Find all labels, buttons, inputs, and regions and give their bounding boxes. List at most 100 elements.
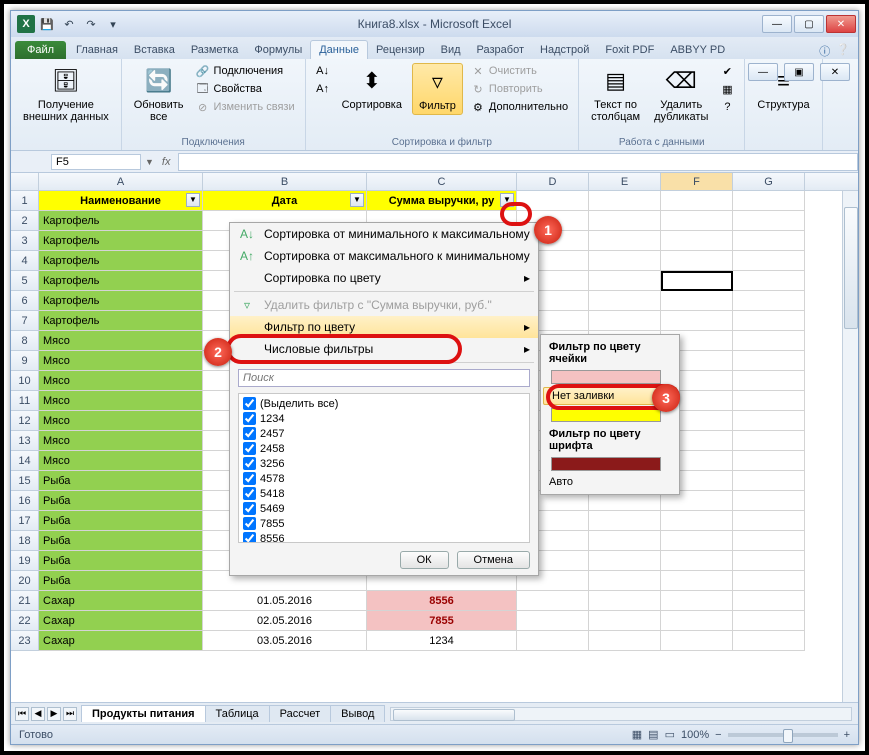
- cell[interactable]: Рыба: [39, 491, 203, 511]
- cell[interactable]: 7855: [367, 611, 517, 631]
- cell[interactable]: [589, 551, 661, 571]
- color-swatch-darkred[interactable]: [551, 457, 661, 471]
- remove-duplicates-button[interactable]: ⌫Удалить дубликаты: [650, 63, 712, 125]
- column-header-name[interactable]: Наименование▼: [39, 191, 203, 211]
- properties-button[interactable]: 🗔Свойства: [194, 81, 297, 97]
- cell[interactable]: [589, 211, 661, 231]
- col-header-b[interactable]: B: [203, 173, 367, 190]
- cell[interactable]: [589, 271, 661, 291]
- cell[interactable]: Рыба: [39, 511, 203, 531]
- cell[interactable]: [589, 611, 661, 631]
- cell[interactable]: Мясо: [39, 451, 203, 471]
- row-header[interactable]: 1: [11, 191, 39, 211]
- cell[interactable]: [661, 311, 733, 331]
- row-header[interactable]: 3: [11, 231, 39, 251]
- filter-dropdown-icon[interactable]: ▼: [350, 193, 364, 207]
- checklist-item[interactable]: 7855: [241, 516, 527, 531]
- checkbox[interactable]: [243, 487, 256, 500]
- column-header-date[interactable]: Дата▼: [203, 191, 367, 211]
- refresh-all-button[interactable]: 🔄 Обновить все: [130, 63, 188, 125]
- sheet-nav-next-icon[interactable]: ▶: [47, 707, 61, 721]
- checklist-item[interactable]: 8556: [241, 531, 527, 543]
- cell[interactable]: Мясо: [39, 331, 203, 351]
- cancel-button[interactable]: Отмена: [457, 551, 530, 569]
- sheet-nav-prev-icon[interactable]: ◀: [31, 707, 45, 721]
- checkbox[interactable]: [243, 472, 256, 485]
- cell[interactable]: [733, 611, 805, 631]
- sheet-nav-first-icon[interactable]: ⏮: [15, 707, 29, 721]
- cell[interactable]: [733, 471, 805, 491]
- sheet-tab-4[interactable]: Вывод: [330, 705, 385, 722]
- help-icon[interactable]: ❔: [836, 43, 850, 59]
- row-header[interactable]: 15: [11, 471, 39, 491]
- formula-input[interactable]: [178, 153, 858, 171]
- submenu-auto[interactable]: Авто: [541, 474, 679, 490]
- cell[interactable]: [589, 591, 661, 611]
- cell[interactable]: Мясо: [39, 411, 203, 431]
- checkbox[interactable]: [243, 532, 256, 543]
- col-header-d[interactable]: D: [517, 173, 589, 190]
- row-header[interactable]: 2: [11, 211, 39, 231]
- connections-button[interactable]: 🔗Подключения: [194, 63, 297, 79]
- checklist-item[interactable]: 5418: [241, 486, 527, 501]
- checkbox[interactable]: [243, 457, 256, 470]
- clear-filter-button[interactable]: ✕Очистить: [469, 63, 570, 79]
- cell[interactable]: [733, 351, 805, 371]
- cell[interactable]: [661, 551, 733, 571]
- cell[interactable]: [733, 371, 805, 391]
- select-all-corner[interactable]: [11, 173, 39, 190]
- cell[interactable]: Мясо: [39, 371, 203, 391]
- cell[interactable]: [733, 631, 805, 651]
- tab-file[interactable]: Файл: [15, 41, 66, 59]
- row-header[interactable]: 22: [11, 611, 39, 631]
- row-header[interactable]: 21: [11, 591, 39, 611]
- checklist-item[interactable]: 1234: [241, 411, 527, 426]
- cell[interactable]: Мясо: [39, 351, 203, 371]
- filter-checklist[interactable]: (Выделить все)12342457245832564578541854…: [238, 393, 530, 543]
- menu-filter-by-color[interactable]: Фильтр по цвету▸: [230, 316, 538, 338]
- cell[interactable]: [589, 231, 661, 251]
- row-header[interactable]: 17: [11, 511, 39, 531]
- text-to-columns-button[interactable]: ▤Текст по столбцам: [587, 63, 644, 125]
- workbook-restore[interactable]: ▣: [784, 63, 814, 81]
- cell[interactable]: Мясо: [39, 391, 203, 411]
- row-header[interactable]: 18: [11, 531, 39, 551]
- get-external-data-button[interactable]: 🗄 Получение внешних данных: [19, 63, 113, 125]
- checkbox[interactable]: [243, 427, 256, 440]
- cell[interactable]: Рыба: [39, 571, 203, 591]
- tab-abbyy[interactable]: ABBYY PD: [662, 41, 733, 59]
- cell[interactable]: Картофель: [39, 291, 203, 311]
- view-normal-icon[interactable]: ▦: [632, 728, 642, 741]
- tab-addins[interactable]: Надстрой: [532, 41, 597, 59]
- cell[interactable]: 8556: [367, 591, 517, 611]
- tab-review[interactable]: Рецензир: [368, 41, 433, 59]
- row-header[interactable]: 6: [11, 291, 39, 311]
- sort-asc-button[interactable]: A↓: [314, 63, 332, 79]
- menu-sort-color[interactable]: Сортировка по цвету▸: [230, 267, 538, 289]
- cell[interactable]: [589, 571, 661, 591]
- sheet-tab-3[interactable]: Рассчет: [269, 705, 332, 722]
- checkbox[interactable]: [243, 412, 256, 425]
- cell[interactable]: [589, 511, 661, 531]
- cell[interactable]: [733, 231, 805, 251]
- vertical-scrollbar[interactable]: [842, 191, 858, 702]
- zoom-slider[interactable]: [728, 733, 838, 737]
- cell[interactable]: Сахар: [39, 611, 203, 631]
- col-header-e[interactable]: E: [589, 173, 661, 190]
- table-row[interactable]: 21Сахар01.05.20168556: [11, 591, 858, 611]
- minimize-button[interactable]: —: [762, 15, 792, 33]
- sheet-tab-2[interactable]: Таблица: [205, 705, 270, 722]
- tab-layout[interactable]: Разметка: [183, 41, 247, 59]
- cell[interactable]: [589, 291, 661, 311]
- cell[interactable]: [733, 431, 805, 451]
- consolidate-button[interactable]: ▦: [718, 81, 736, 97]
- row-header[interactable]: 7: [11, 311, 39, 331]
- tab-dev[interactable]: Разработ: [469, 41, 532, 59]
- tab-insert[interactable]: Вставка: [126, 41, 183, 59]
- row-header[interactable]: 23: [11, 631, 39, 651]
- zoom-level[interactable]: 100%: [681, 729, 709, 741]
- cell[interactable]: Сахар: [39, 631, 203, 651]
- row-header[interactable]: 9: [11, 351, 39, 371]
- cell[interactable]: [589, 251, 661, 271]
- filter-button[interactable]: ▿ Фильтр: [412, 63, 463, 115]
